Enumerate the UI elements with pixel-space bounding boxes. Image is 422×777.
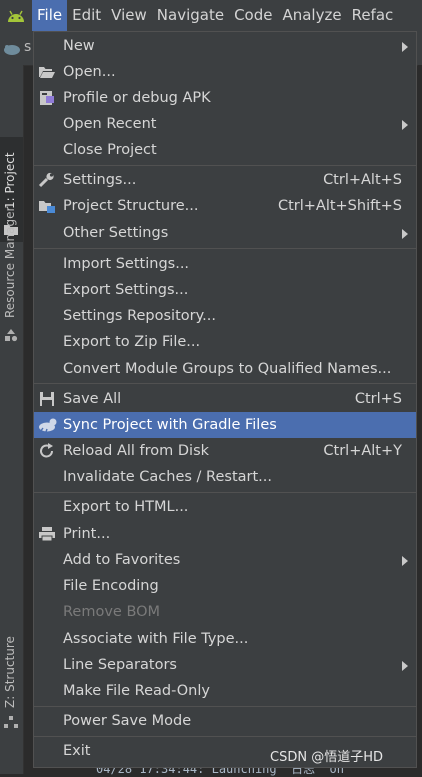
resource-manager-icon bbox=[4, 327, 18, 346]
menu-item-add-favorites[interactable]: Add to Favorites bbox=[34, 547, 416, 573]
menu-item-import-settings[interactable]: Import Settings... bbox=[34, 251, 416, 277]
menu-item-new-label: New bbox=[63, 38, 95, 54]
folder-open-icon bbox=[38, 64, 56, 80]
menu-item-sync-gradle-label: Sync Project with Gradle Files bbox=[63, 417, 277, 433]
breadcrumb-project[interactable]: s bbox=[24, 39, 31, 55]
menu-item-import-settings-label: Import Settings... bbox=[63, 256, 190, 272]
project-structure-icon bbox=[38, 198, 56, 214]
menu-item-settings-repository-label: Settings Repository... bbox=[63, 308, 216, 324]
menu-item-power-save[interactable]: Power Save Mode bbox=[34, 708, 416, 734]
watermark-text: CSDN @悟道子HD bbox=[270, 750, 383, 765]
menu-edit[interactable]: Edit bbox=[67, 0, 106, 31]
submenu-arrow-icon bbox=[402, 120, 408, 130]
menu-item-power-save-label: Power Save Mode bbox=[63, 713, 192, 729]
menu-item-save-all[interactable]: Save All Ctrl+S bbox=[34, 386, 416, 412]
menu-item-other-settings-label: Other Settings bbox=[63, 225, 169, 241]
menu-item-reload-all[interactable]: Reload All from Disk Ctrl+Alt+Y bbox=[34, 438, 416, 464]
apk-icon bbox=[38, 90, 56, 106]
wrench-icon bbox=[38, 172, 56, 188]
submenu-arrow-icon bbox=[402, 42, 408, 52]
menu-item-associate-file-type[interactable]: Associate with File Type... bbox=[34, 626, 416, 652]
menu-item-other-settings[interactable]: Other Settings bbox=[34, 220, 416, 246]
menu-separator bbox=[34, 706, 416, 707]
structure-icon bbox=[4, 714, 18, 733]
menu-item-settings-label: Settings... bbox=[63, 172, 137, 188]
menu-item-open-recent[interactable]: Open Recent bbox=[34, 111, 416, 137]
print-icon bbox=[38, 526, 56, 542]
menu-file[interactable]: File bbox=[32, 0, 68, 31]
menu-separator bbox=[34, 165, 416, 166]
gradle-sync-icon bbox=[38, 417, 57, 433]
menu-analyze[interactable]: Analyze bbox=[277, 0, 346, 31]
menu-item-open[interactable]: Open... bbox=[34, 59, 416, 85]
menu-item-export-settings-label: Export Settings... bbox=[63, 282, 189, 298]
menu-view[interactable]: View bbox=[106, 0, 152, 31]
shortcut-save-all: Ctrl+S bbox=[354, 391, 402, 407]
menu-item-convert-module-groups-label: Convert Module Groups to Qualified Names… bbox=[63, 361, 392, 377]
menu-item-file-encoding[interactable]: File Encoding bbox=[34, 573, 416, 599]
left-tool-strip: 1: Project Resource Manager Z: Structure bbox=[0, 65, 24, 774]
menu-separator bbox=[34, 736, 416, 737]
submenu-arrow-icon bbox=[402, 661, 408, 671]
reload-icon bbox=[38, 443, 56, 459]
menu-item-sync-gradle[interactable]: Sync Project with Gradle Files bbox=[34, 412, 416, 438]
tab-structure-label: Z: Structure bbox=[3, 636, 17, 708]
menu-item-line-separators-label: Line Separators bbox=[63, 657, 177, 673]
menu-item-make-read-only-label: Make File Read-Only bbox=[63, 683, 210, 699]
menu-item-open-label: Open... bbox=[63, 64, 116, 80]
menu-item-profile-apk[interactable]: Profile or debug APK bbox=[34, 85, 416, 111]
menu-item-print-label: Print... bbox=[63, 526, 111, 542]
shortcut-settings: Ctrl+Alt+S bbox=[323, 172, 402, 188]
menu-item-print[interactable]: Print... bbox=[34, 521, 416, 547]
menu-item-make-read-only[interactable]: Make File Read-Only bbox=[34, 678, 416, 704]
menu-item-settings-repository[interactable]: Settings Repository... bbox=[34, 303, 416, 329]
menu-item-associate-file-type-label: Associate with File Type... bbox=[63, 631, 249, 647]
menu-item-export-zip-label: Export to Zip File... bbox=[63, 334, 201, 350]
tab-structure[interactable]: Z: Structure bbox=[0, 630, 23, 740]
menu-item-convert-module-groups[interactable]: Convert Module Groups to Qualified Names… bbox=[34, 356, 416, 382]
tab-resource-manager[interactable]: Resource Manager bbox=[0, 190, 23, 350]
menu-item-export-zip[interactable]: Export to Zip File... bbox=[34, 329, 416, 355]
menu-item-open-recent-label: Open Recent bbox=[63, 116, 157, 132]
menu-code[interactable]: Code bbox=[229, 0, 277, 31]
menu-separator bbox=[34, 248, 416, 249]
menu-item-export-html[interactable]: Export to HTML... bbox=[34, 494, 416, 520]
shortcut-reload-all: Ctrl+Alt+Y bbox=[323, 443, 402, 459]
menu-item-file-encoding-label: File Encoding bbox=[63, 578, 159, 594]
menu-separator bbox=[34, 383, 416, 384]
menu-item-new[interactable]: New bbox=[34, 33, 416, 59]
menu-item-invalidate-caches-label: Invalidate Caches / Restart... bbox=[63, 469, 272, 485]
editor-area bbox=[418, 65, 422, 774]
menu-refactor[interactable]: Refac bbox=[347, 0, 399, 31]
menu-item-add-favorites-label: Add to Favorites bbox=[63, 552, 181, 568]
menu-item-invalidate-caches[interactable]: Invalidate Caches / Restart... bbox=[34, 464, 416, 490]
shortcut-project-structure: Ctrl+Alt+Shift+S bbox=[277, 198, 402, 214]
menu-separator bbox=[34, 492, 416, 493]
android-logo-icon bbox=[0, 0, 32, 31]
project-module-icon bbox=[3, 41, 21, 60]
menu-item-exit-label: Exit bbox=[63, 743, 91, 759]
menu-item-reload-all-label: Reload All from Disk bbox=[63, 443, 210, 459]
menu-item-remove-bom-label: Remove BOM bbox=[63, 604, 161, 620]
menu-item-close-project[interactable]: Close Project bbox=[34, 137, 416, 163]
submenu-arrow-icon bbox=[402, 556, 408, 566]
menu-bar: File Edit View Navigate Code Analyze Ref… bbox=[0, 0, 422, 31]
menu-item-export-settings[interactable]: Export Settings... bbox=[34, 277, 416, 303]
menu-item-save-all-label: Save All bbox=[63, 391, 122, 407]
menu-item-settings[interactable]: Settings... Ctrl+Alt+S bbox=[34, 167, 416, 193]
menu-item-project-structure-label: Project Structure... bbox=[63, 198, 199, 214]
menu-item-line-separators[interactable]: Line Separators bbox=[34, 652, 416, 678]
tab-resource-manager-label: Resource Manager bbox=[3, 206, 17, 318]
menu-item-close-project-label: Close Project bbox=[63, 142, 157, 158]
menu-item-export-html-label: Export to HTML... bbox=[63, 499, 189, 515]
menu-item-profile-apk-label: Profile or debug APK bbox=[63, 90, 211, 106]
file-menu-dropdown: New Open... Profile or debug APK Open Re… bbox=[33, 31, 417, 768]
menu-item-project-structure[interactable]: Project Structure... Ctrl+Alt+Shift+S bbox=[34, 193, 416, 219]
save-icon bbox=[38, 391, 56, 407]
submenu-arrow-icon bbox=[402, 229, 408, 239]
menu-navigate[interactable]: Navigate bbox=[152, 0, 229, 31]
menu-item-remove-bom: Remove BOM bbox=[34, 599, 416, 625]
